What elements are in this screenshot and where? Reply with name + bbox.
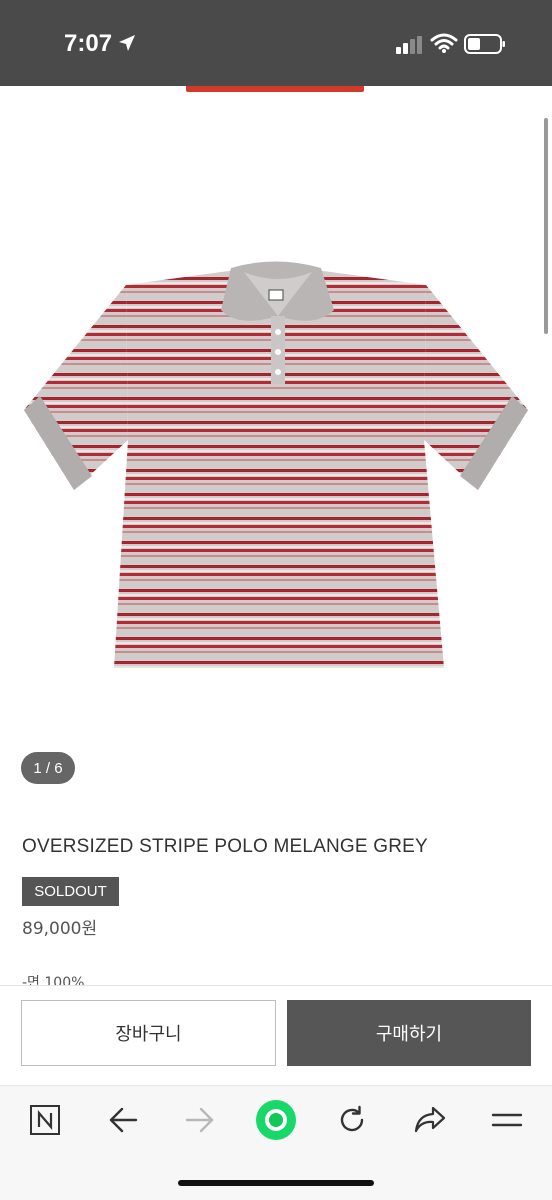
back-arrow-icon (109, 1107, 138, 1133)
share-button[interactable] (406, 1102, 454, 1138)
battery-icon (464, 34, 505, 54)
product-name: OVERSIZED STRIPE POLO MELANGE GREY (22, 836, 428, 857)
brand-logo[interactable] (186, 86, 364, 92)
add-to-cart-button[interactable]: 장바구니 (21, 1000, 276, 1066)
product-image[interactable] (16, 250, 536, 680)
purchase-bar: 장바구니 구매하기 (0, 985, 552, 1083)
menu-icon (491, 1113, 523, 1127)
reload-button[interactable] (328, 1102, 376, 1138)
material-info-peek: -면 100% (22, 975, 85, 986)
naver-n-icon (30, 1105, 60, 1135)
naver-green-dot-button[interactable] (252, 1098, 300, 1142)
wifi-icon (430, 33, 458, 53)
status-bar: 7:07 (0, 0, 552, 86)
naver-home-button[interactable] (21, 1102, 69, 1138)
scroll-indicator (544, 118, 548, 334)
menu-button[interactable] (483, 1102, 531, 1138)
home-indicator[interactable] (178, 1180, 374, 1186)
product-price: 89,000원 (22, 919, 98, 939)
forward-button[interactable] (176, 1102, 224, 1138)
reload-icon (340, 1105, 364, 1132)
soldout-badge: SOLDOUT (22, 877, 119, 906)
back-button[interactable] (99, 1102, 147, 1138)
forward-arrow-icon (185, 1107, 214, 1133)
cellular-signal-icon (396, 36, 422, 54)
location-arrow-icon (119, 35, 135, 51)
status-time: 7:07 (64, 30, 113, 57)
green-dot-icon (256, 1100, 296, 1140)
share-icon (414, 1106, 446, 1133)
image-counter: 1 / 6 (21, 752, 75, 784)
buy-now-button[interactable]: 구매하기 (287, 1000, 531, 1066)
